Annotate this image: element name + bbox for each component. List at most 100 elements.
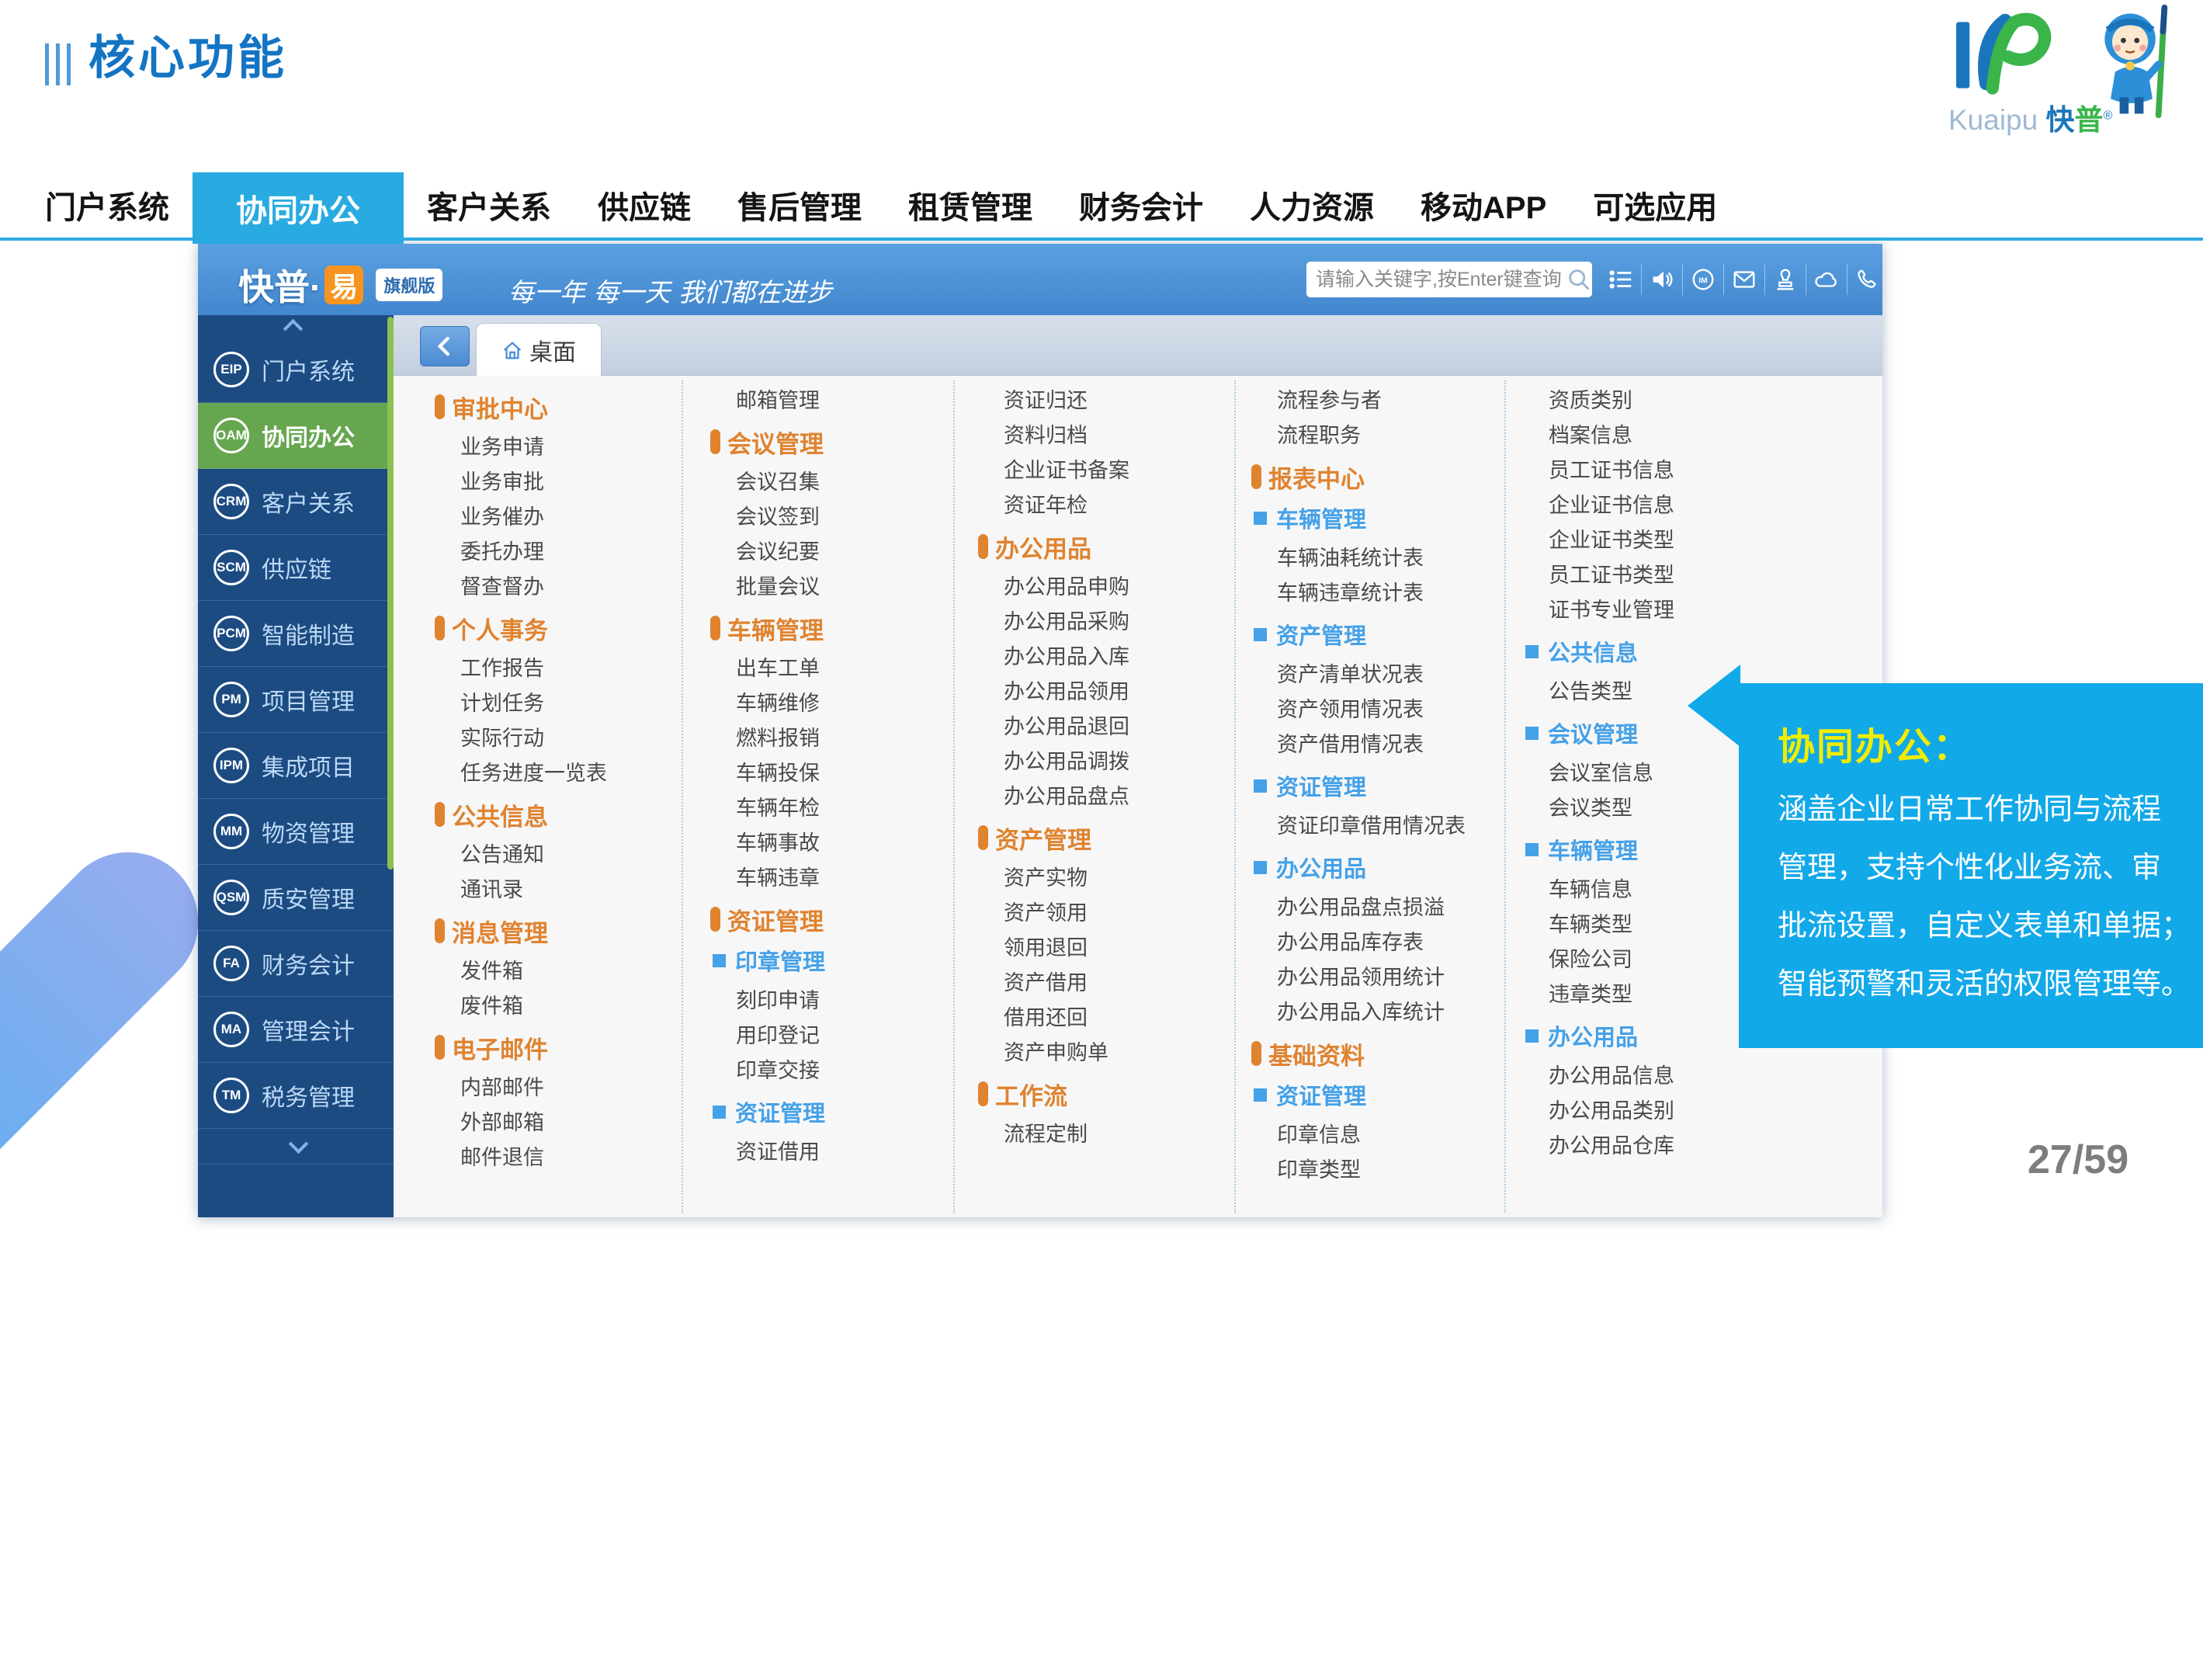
menu-item[interactable]: 车辆油耗统计表	[1251, 541, 1511, 576]
menu-item[interactable]: 工作报告	[435, 651, 695, 686]
menu-item[interactable]: 业务申请	[435, 430, 695, 465]
menu-item[interactable]: 企业证书备案	[978, 453, 1238, 488]
menu-item[interactable]: 资证年检	[978, 488, 1238, 523]
menu-item[interactable]: 公告通知	[435, 838, 695, 873]
menu-item[interactable]: 证书专业管理	[1523, 593, 1783, 628]
menu-item[interactable]: 印章交接	[710, 1053, 970, 1088]
tab-hr[interactable]: 人力资源	[1226, 172, 1397, 238]
menu-item[interactable]: 办公用品入库	[978, 640, 1238, 675]
menu-item[interactable]: 资产实物	[978, 861, 1238, 896]
menu-section-header[interactable]: 工作流	[978, 1076, 1238, 1112]
menu-subsection-header[interactable]: 车辆管理	[1251, 500, 1511, 536]
sidebar-item-pm[interactable]: PM项目管理	[198, 667, 394, 733]
menu-item[interactable]: 刻印申请	[710, 984, 970, 1019]
menu-item[interactable]: 废件箱	[435, 989, 695, 1024]
menu-item[interactable]: 办公用品盘点损溢	[1251, 890, 1511, 925]
menu-item[interactable]: 企业证书类型	[1523, 523, 1783, 558]
menu-item[interactable]: 档案信息	[1523, 418, 1783, 453]
seal-icon[interactable]	[1764, 244, 1806, 315]
tab-mobile-app[interactable]: 移动APP	[1397, 172, 1570, 238]
menu-item[interactable]: 燃料报销	[710, 721, 970, 756]
search-icon[interactable]	[1566, 266, 1592, 293]
menu-item[interactable]: 办公用品申购	[978, 570, 1238, 605]
menu-item[interactable]: 资产清单状况表	[1251, 658, 1511, 692]
sidebar-item-ma[interactable]: MA管理会计	[198, 997, 394, 1063]
tab-supply-chain[interactable]: 供应链	[574, 172, 714, 238]
menu-item[interactable]: 资产申购单	[978, 1036, 1238, 1071]
menu-item[interactable]: 车辆年检	[710, 791, 970, 826]
menu-item[interactable]: 流程参与者	[1251, 384, 1511, 418]
sidebar-item-tm[interactable]: TM税务管理	[198, 1063, 394, 1129]
menu-item[interactable]: 批量会议	[710, 570, 970, 605]
menu-item[interactable]: 业务催办	[435, 500, 695, 535]
menu-item[interactable]: 流程职务	[1251, 418, 1511, 453]
menu-item[interactable]: 发件箱	[435, 954, 695, 989]
cloud-icon[interactable]	[1806, 244, 1847, 315]
menu-item[interactable]: 办公用品领用	[978, 675, 1238, 710]
menu-item[interactable]: 资质类别	[1523, 384, 1783, 418]
menu-item[interactable]: 实际行动	[435, 721, 695, 756]
menu-item[interactable]: 出车工单	[710, 651, 970, 686]
mail-icon[interactable]	[1723, 244, 1764, 315]
sidebar-scroll-down[interactable]	[198, 1129, 394, 1165]
sidebar-item-pcm[interactable]: PCM智能制造	[198, 601, 394, 667]
menu-section-header[interactable]: 会议管理	[710, 424, 970, 460]
menu-item[interactable]: 资证印章借用情况表	[1251, 809, 1511, 844]
menu-item[interactable]: 资证借用	[710, 1135, 970, 1170]
tab-after-sales[interactable]: 售后管理	[714, 172, 885, 238]
tab-crm[interactable]: 客户关系	[404, 172, 574, 238]
menu-item[interactable]: 内部邮件	[435, 1071, 695, 1106]
tab-portal[interactable]: 门户系统	[22, 172, 193, 238]
menu-section-header[interactable]: 基础资料	[1251, 1036, 1511, 1071]
sidebar-item-oam[interactable]: OAM协同办公	[198, 403, 394, 469]
menu-section-header[interactable]: 电子邮件	[435, 1029, 695, 1065]
menu-item[interactable]: 业务审批	[435, 465, 695, 500]
menu-item[interactable]: 委托办理	[435, 535, 695, 570]
menu-item[interactable]: 车辆维修	[710, 686, 970, 721]
menu-item[interactable]: 资产领用	[978, 896, 1238, 931]
sound-icon[interactable]	[1641, 244, 1682, 315]
menu-item[interactable]: 办公用品盘点	[978, 779, 1238, 814]
menu-item[interactable]: 资产领用情况表	[1251, 692, 1511, 727]
sidebar-scrollbar[interactable]	[387, 317, 394, 870]
menu-item[interactable]: 用印登记	[710, 1019, 970, 1053]
sidebar-item-ipm[interactable]: IPM集成项目	[198, 733, 394, 799]
menu-subsection-header[interactable]: 印章管理	[710, 942, 970, 978]
menu-subsection-header[interactable]: 办公用品	[1251, 849, 1511, 885]
tab-finance[interactable]: 财务会计	[1056, 172, 1226, 238]
search-input[interactable]	[1316, 269, 1566, 291]
menu-item[interactable]: 印章类型	[1251, 1153, 1511, 1188]
menu-item[interactable]: 办公用品入库统计	[1251, 995, 1511, 1030]
menu-item[interactable]: 办公用品退回	[978, 710, 1238, 745]
menu-item[interactable]: 资料归档	[978, 418, 1238, 453]
sidebar-scroll-up[interactable]	[198, 315, 394, 337]
menu-item[interactable]: 邮箱管理	[710, 384, 970, 418]
menu-item[interactable]: 通讯录	[435, 873, 695, 908]
menu-section-header[interactable]: 消息管理	[435, 913, 695, 949]
menu-item[interactable]: 办公用品类别	[1523, 1094, 1783, 1129]
menu-item[interactable]: 会议纪要	[710, 535, 970, 570]
menu-item[interactable]: 资产借用	[978, 966, 1238, 1001]
menu-item[interactable]: 办公用品采购	[978, 605, 1238, 640]
menu-section-header[interactable]: 审批中心	[435, 389, 695, 425]
menu-item[interactable]: 办公用品库存表	[1251, 925, 1511, 960]
menu-subsection-header[interactable]: 资证管理	[1251, 1077, 1511, 1112]
menu-item[interactable]: 办公用品调拨	[978, 745, 1238, 779]
menu-item[interactable]: 邮件退信	[435, 1140, 695, 1175]
sidebar-item-scm[interactable]: SCM供应链	[198, 535, 394, 601]
menu-item[interactable]: 办公用品仓库	[1523, 1129, 1783, 1164]
menu-item[interactable]: 员工证书类型	[1523, 558, 1783, 593]
menu-item[interactable]: 会议召集	[710, 465, 970, 500]
back-button[interactable]	[420, 326, 470, 366]
menu-subsection-header[interactable]: 资证管理	[1251, 768, 1511, 804]
sidebar-item-fa[interactable]: FA财务会计	[198, 931, 394, 997]
menu-item[interactable]: 流程定制	[978, 1117, 1238, 1152]
menu-item[interactable]: 督查督办	[435, 570, 695, 605]
menu-item[interactable]: 员工证书信息	[1523, 453, 1783, 488]
menu-item[interactable]: 车辆投保	[710, 756, 970, 791]
menu-item[interactable]: 外部邮箱	[435, 1106, 695, 1140]
menu-section-header[interactable]: 报表中心	[1251, 459, 1511, 495]
menu-subsection-header[interactable]: 公共信息	[1523, 633, 1783, 669]
menu-item[interactable]: 企业证书信息	[1523, 488, 1783, 523]
menu-item[interactable]: 车辆事故	[710, 826, 970, 861]
